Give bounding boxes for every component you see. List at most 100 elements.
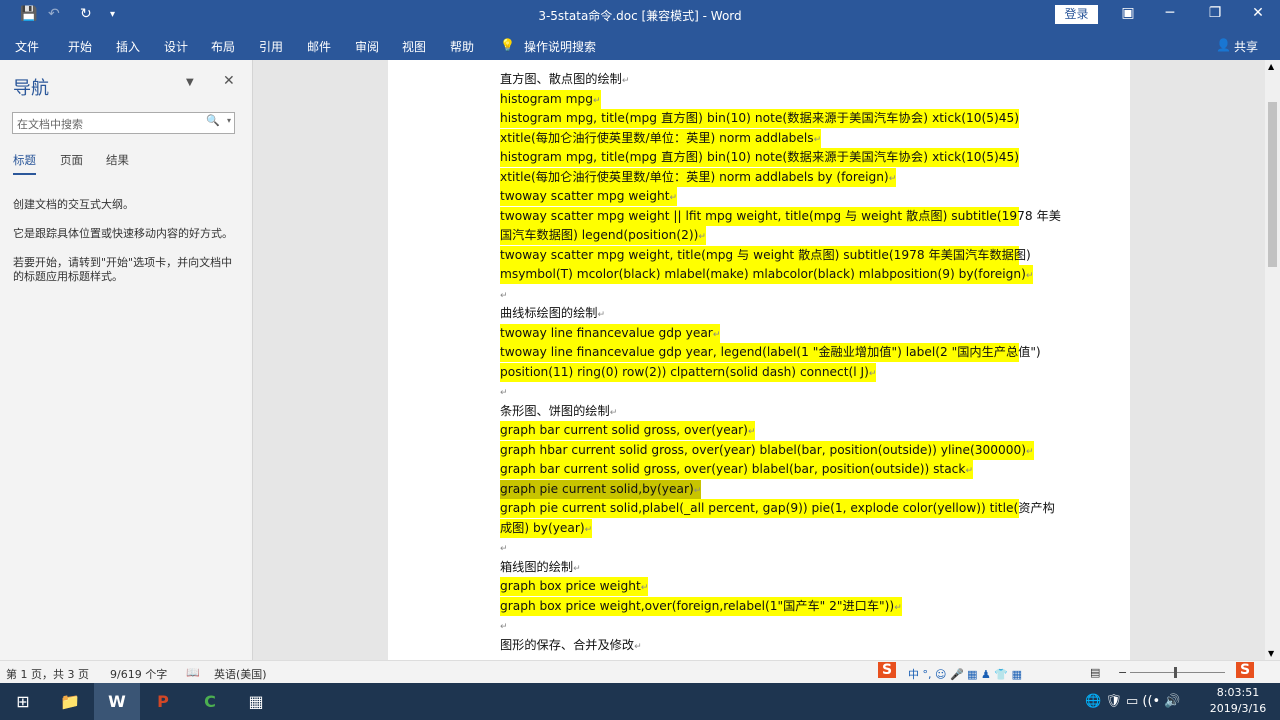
code-line[interactable]: graph hbar current solid gross, over(yea… bbox=[500, 440, 1034, 460]
tab-help[interactable]: 帮助 bbox=[450, 38, 474, 55]
scroll-down-icon[interactable]: ▼ bbox=[1268, 649, 1274, 658]
page-count[interactable]: 第 1 页，共 3 页 bbox=[6, 666, 89, 682]
line-text: graph box price weight bbox=[500, 579, 641, 593]
sogou-ime-icon[interactable]: S bbox=[878, 662, 897, 678]
section-heading[interactable]: 箱线图的绘制↵ bbox=[500, 558, 581, 577]
restore-button[interactable]: ❐ bbox=[1200, 5, 1230, 21]
search-icon[interactable]: 🔍 bbox=[206, 114, 220, 127]
language[interactable]: 英语(美国) bbox=[214, 666, 267, 682]
paragraph-mark-icon: ↵ bbox=[593, 95, 601, 106]
code-line[interactable]: graph bar current solid gross, over(year… bbox=[500, 460, 973, 479]
tab-layout[interactable]: 布局 bbox=[211, 38, 235, 55]
zoom-slider-thumb[interactable] bbox=[1174, 667, 1177, 678]
tab-review[interactable]: 审阅 bbox=[355, 38, 379, 55]
system-tray-icons[interactable]: 🌐 🛡 ▭ ((• 🔊 bbox=[1085, 683, 1225, 720]
minimize-button[interactable]: ─ bbox=[1155, 5, 1185, 21]
paragraph-mark-icon: ↵ bbox=[640, 583, 649, 593]
empty-paragraph[interactable]: ↵ bbox=[500, 285, 508, 304]
sogou-ime-icon[interactable]: S bbox=[1236, 662, 1255, 678]
login-button[interactable]: 登录 bbox=[1055, 5, 1098, 24]
nav-search-input[interactable]: 在文档中搜索 🔍 ▾ bbox=[12, 112, 235, 134]
section-heading[interactable]: 条形图、饼图的绘制↵ bbox=[500, 402, 617, 421]
vertical-scrollbar[interactable]: ▲ ▼ bbox=[1265, 60, 1280, 660]
scrollbar-thumb[interactable] bbox=[1268, 102, 1277, 267]
line-text: graph hbar current solid gross, over(yea… bbox=[500, 442, 1027, 457]
paragraph-mark-icon: ↵ bbox=[965, 466, 973, 476]
code-line[interactable]: twoway line financevalue gdp year, legen… bbox=[500, 343, 1041, 362]
code-line[interactable]: twoway scatter mpg weight || lfit mpg we… bbox=[500, 206, 1061, 226]
line-text: position(11) ring(0) row(2)) clpattern(s… bbox=[500, 364, 869, 379]
paragraph-mark-icon: ↵ bbox=[584, 524, 593, 535]
code-line[interactable]: 国汽车数据图) legend(position(2))↵ bbox=[500, 226, 706, 245]
zoom-slider[interactable] bbox=[1130, 667, 1225, 678]
code-line[interactable]: 成图) by(year)↵ bbox=[500, 518, 593, 538]
section-heading[interactable]: 曲线标绘图的绘制↵ bbox=[500, 304, 605, 323]
empty-paragraph[interactable]: ↵ bbox=[500, 616, 508, 635]
lightbulb-icon: 💡 bbox=[500, 38, 515, 52]
nav-tab-headings[interactable]: 标题 bbox=[13, 152, 36, 175]
code-line[interactable]: xtitle(每加仑油行使英里数/单位：英里) norm addlabels b… bbox=[500, 167, 897, 187]
close-button[interactable]: ✕ bbox=[1243, 5, 1273, 21]
code-line[interactable]: graph box price weight,over(foreign,rela… bbox=[500, 596, 902, 616]
code-line[interactable]: twoway scatter mpg weight↵ bbox=[500, 187, 678, 206]
tab-references[interactable]: 引用 bbox=[259, 38, 283, 55]
close-icon[interactable]: ✕ bbox=[223, 73, 235, 89]
line-text: twoway line financevalue gdp year bbox=[500, 325, 713, 340]
tell-me-search[interactable]: 操作说明搜索 bbox=[524, 38, 596, 55]
tab-home[interactable]: 开始 bbox=[68, 38, 92, 55]
camtasia-app-icon[interactable]: C bbox=[187, 683, 233, 720]
tab-view[interactable]: 视图 bbox=[402, 38, 426, 55]
read-mode-icon[interactable]: ▤ bbox=[1090, 666, 1100, 679]
word-app-icon[interactable]: W bbox=[94, 683, 140, 720]
empty-paragraph[interactable]: ↵ bbox=[500, 382, 508, 401]
code-line[interactable]: histogram mpg, title(mpg 直方图) bin(10) no… bbox=[500, 148, 1019, 167]
document-page[interactable]: 直方图、散点图的绘制↵ histogram mpg↵ histogram mpg, … bbox=[388, 60, 1130, 660]
chevron-down-icon[interactable]: ▾ bbox=[227, 116, 231, 125]
paragraph-mark-icon: ↵ bbox=[747, 427, 756, 437]
tab-file[interactable]: 文件 bbox=[15, 38, 39, 55]
code-line[interactable]: msymbol(T) mcolor(black) mlabel(make) ml… bbox=[500, 265, 1034, 284]
paragraph-mark-icon: ↵ bbox=[1026, 446, 1034, 457]
paragraph-mark-icon: ↵ bbox=[693, 485, 702, 496]
zoom-out-button[interactable]: − bbox=[1118, 666, 1127, 679]
windows-start-icon[interactable]: ⊞ bbox=[0, 683, 46, 720]
tab-insert[interactable]: 插入 bbox=[116, 38, 140, 55]
line-text: 国汽车数据图) legend(position(2)) bbox=[500, 228, 699, 242]
share-button[interactable]: 共享 bbox=[1234, 38, 1258, 55]
code-line[interactable]: twoway line financevalue gdp year↵ bbox=[500, 323, 721, 343]
navigation-pane: 导航 ▼ ✕ 在文档中搜索 🔍 ▾ 标题 页面 结果 创建文档的交互式大纲。 它是跟… bbox=[0, 60, 253, 660]
line-text: graph bar current solid gross, over(year… bbox=[500, 423, 748, 437]
ime-toolbar[interactable]: 中 °, ☺ 🎤 ▦ ♟ 👕 ▦ bbox=[908, 666, 1022, 682]
powerpoint-app-icon[interactable]: P bbox=[140, 683, 186, 720]
paragraph-mark-icon: ↵ bbox=[1025, 271, 1034, 281]
clock[interactable]: 8:03:51 2019/3/16 bbox=[1208, 685, 1268, 717]
code-line[interactable]: graph pie current solid,by(year)↵ bbox=[500, 479, 702, 499]
section-heading[interactable]: 直方图、散点图的绘制↵ bbox=[500, 70, 629, 89]
tab-design[interactable]: 设计 bbox=[164, 38, 188, 55]
code-line[interactable]: histogram mpg, title(mpg 直方图) bin(10) no… bbox=[500, 109, 1019, 128]
line-text: 箱线图的绘制 bbox=[500, 559, 574, 574]
file-explorer-icon[interactable]: 📁 bbox=[47, 683, 93, 720]
code-line[interactable]: position(11) ring(0) row(2)) clpattern(s… bbox=[500, 362, 877, 382]
stata-app-icon[interactable]: ▦ bbox=[233, 683, 279, 720]
code-line[interactable]: graph bar current solid gross, over(year… bbox=[500, 421, 756, 440]
nav-options-icon[interactable]: ▼ bbox=[186, 77, 194, 88]
ribbon-tabs: 文件 开始 插入 设计 布局 引用 邮件 审阅 视图 帮助 💡 操作说明搜索 👤… bbox=[0, 30, 1280, 60]
nav-tab-results[interactable]: 结果 bbox=[106, 152, 129, 168]
section-heading[interactable]: 图形的保存、合并及修改↵ bbox=[500, 636, 642, 655]
empty-paragraph[interactable]: ↵ bbox=[500, 538, 508, 557]
scroll-up-icon[interactable]: ▲ bbox=[1268, 62, 1274, 71]
code-line[interactable]: xtitle(每加仑油行使英里数/单位：英里) norm addlabels↵ bbox=[500, 128, 822, 148]
nav-tab-pages[interactable]: 页面 bbox=[60, 152, 83, 168]
paragraph-mark-icon: ↵ bbox=[868, 368, 877, 379]
code-line[interactable]: histogram mpg↵ bbox=[500, 89, 601, 109]
code-line[interactable]: graph pie current solid,plabel(_all perc… bbox=[500, 499, 1055, 518]
tab-mailings[interactable]: 邮件 bbox=[307, 38, 331, 55]
ribbon-display-icon[interactable]: ▣ bbox=[1113, 5, 1143, 21]
code-line[interactable]: graph box price weight↵ bbox=[500, 577, 649, 596]
code-line[interactable]: twoway scatter mpg weight, title(mpg 与 w… bbox=[500, 245, 1031, 265]
line-text: graph box price weight,over(foreign,rela… bbox=[500, 598, 895, 613]
proofing-icon[interactable]: 📖 bbox=[186, 666, 200, 679]
word-count[interactable]: 9/619 个字 bbox=[110, 666, 167, 682]
line-text: 直方图、散点图的绘制 bbox=[500, 72, 622, 86]
